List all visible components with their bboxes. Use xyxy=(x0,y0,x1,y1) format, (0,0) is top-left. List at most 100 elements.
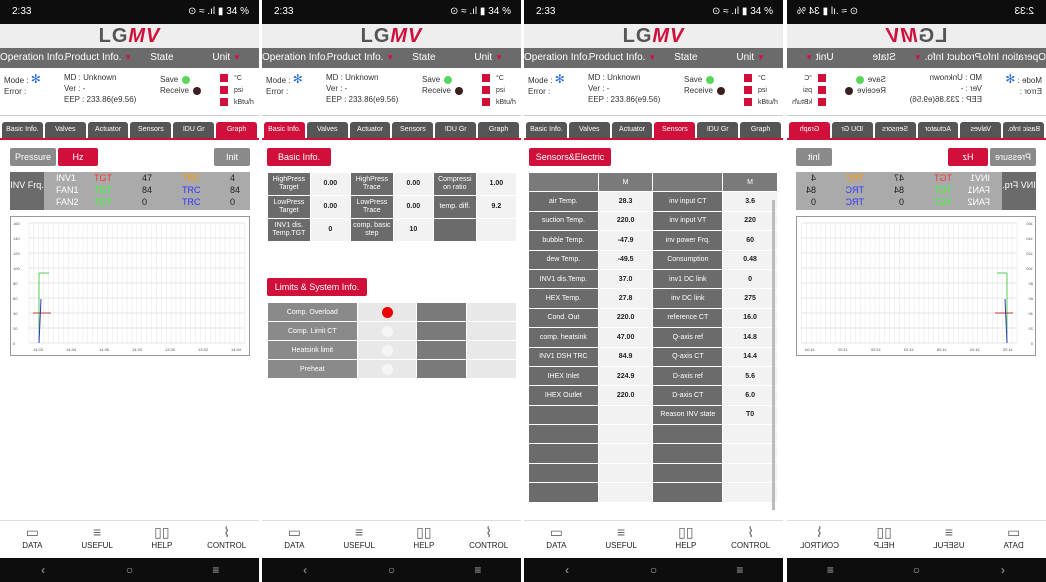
tab-basic-info-[interactable]: Basic Info. xyxy=(1003,122,1044,138)
tab-sensors[interactable]: Sensors xyxy=(874,122,916,138)
operation-info-tab[interactable]: Operation Info. xyxy=(262,48,327,68)
home-icon[interactable]: ○ xyxy=(610,558,696,582)
temp-unit-icon[interactable] xyxy=(818,73,826,82)
hz-button[interactable]: Hz xyxy=(58,148,98,166)
recents-icon[interactable]: ≡ xyxy=(173,558,259,582)
recents-icon[interactable]: ≡ xyxy=(697,558,783,582)
init-button[interactable]: Init xyxy=(796,148,832,166)
nav-control[interactable]: ⌇ CONTROL xyxy=(456,521,521,558)
tab-basic-info-[interactable]: Basic Info. xyxy=(264,122,305,138)
nav-help[interactable]: ▯▯ HELP xyxy=(654,521,719,558)
tab-graph[interactable]: Graph xyxy=(478,122,519,138)
pressure-unit-icon[interactable] xyxy=(482,85,490,94)
power-unit-icon[interactable] xyxy=(818,97,826,106)
scrollbar[interactable] xyxy=(772,200,775,510)
tab-sensors[interactable]: Sensors xyxy=(654,122,696,138)
basic-info-grid: HighPress Target 0.00 HighPress Trace 0.00 C… xyxy=(267,172,518,242)
sensor-label xyxy=(528,404,599,426)
save-status: Save xyxy=(684,75,703,84)
product-info-dropdown[interactable]: Product Info. ▼ xyxy=(589,48,654,68)
pressure-button[interactable]: Pressure xyxy=(990,148,1036,166)
tab-valves[interactable]: Valves xyxy=(306,122,348,138)
tgt-label: TGT xyxy=(934,185,952,195)
blank-cell xyxy=(722,443,778,464)
nav-control[interactable]: ⌇ CONTROL xyxy=(194,521,259,558)
operation-info-tab[interactable]: Operation Info. xyxy=(981,48,1046,68)
unit-value: kBtu/h xyxy=(758,99,778,106)
back-icon[interactable]: ‹ xyxy=(960,558,1046,582)
unit-dropdown[interactable]: Unit ▼ xyxy=(194,48,259,68)
product-info-dropdown[interactable]: Product Info. ▼ xyxy=(917,48,982,68)
battery-status: ⊙ ≈ .ıl ▮ 34 % xyxy=(797,6,859,17)
back-icon[interactable]: ‹ xyxy=(262,558,348,582)
pressure-unit-icon[interactable] xyxy=(818,85,826,94)
battery-status: ⊙ ≈ .ıl ▮ 34 % xyxy=(449,6,511,17)
temp-unit-icon[interactable] xyxy=(482,73,490,82)
power-unit-icon[interactable] xyxy=(744,97,752,106)
nav-data[interactable]: ▭ DATA xyxy=(0,521,65,558)
pressure-unit-icon[interactable] xyxy=(744,85,752,94)
nav-help[interactable]: ▯▯ HELP xyxy=(852,521,917,558)
nav-data[interactable]: ▭ DATA xyxy=(524,521,589,558)
back-icon[interactable]: ‹ xyxy=(0,558,86,582)
nav-useful[interactable]: ≡ USEFUL xyxy=(65,521,130,558)
tab-graph[interactable]: Graph xyxy=(740,122,781,138)
nav-data[interactable]: ▭ DATA xyxy=(981,521,1046,558)
product-info-dropdown[interactable]: Product Info. ▼ xyxy=(65,48,130,68)
tab-valves[interactable]: Valves xyxy=(568,122,610,138)
tab-actuator[interactable]: Actuator xyxy=(611,122,653,138)
recents-icon[interactable]: ≡ xyxy=(435,558,521,582)
tab-idu-gr[interactable]: IDU Gr xyxy=(697,122,739,138)
nav-control[interactable]: ⌇ CONTROL xyxy=(718,521,783,558)
tab-graph[interactable]: Graph xyxy=(789,122,830,138)
tab-idu-gr[interactable]: IDU Gr xyxy=(173,122,215,138)
sensor-label: Consumption xyxy=(652,249,724,270)
temp-unit-icon[interactable] xyxy=(744,73,752,82)
tab-sensors[interactable]: Sensors xyxy=(130,122,172,138)
sensor-value: 220.0 xyxy=(597,385,654,406)
frequency-table: INV Frq. INV1 TGT 47 TRC 4 FAN1 TGT 84 TRC 84 FAN2 T… xyxy=(796,172,1036,210)
unit-dropdown[interactable]: Unit ▼ xyxy=(787,48,852,68)
nav-data[interactable]: ▭ DATA xyxy=(262,521,327,558)
nav-useful[interactable]: ≡ USEFUL xyxy=(327,521,392,558)
tab-basic-info-[interactable]: Basic Info. xyxy=(2,122,43,138)
nav-control[interactable]: ⌇ CONTROL xyxy=(787,521,852,558)
pressure-unit-icon[interactable] xyxy=(220,85,228,94)
nav-help[interactable]: ▯▯ HELP xyxy=(392,521,457,558)
tab-sensors[interactable]: Sensors xyxy=(392,122,434,138)
tab-actuator[interactable]: Actuator xyxy=(87,122,129,138)
nav-help[interactable]: ▯▯ HELP xyxy=(130,521,195,558)
hz-button[interactable]: Hz xyxy=(948,148,988,166)
operation-info-tab[interactable]: Operation Info. xyxy=(524,48,589,68)
unit-dropdown[interactable]: Unit ▼ xyxy=(718,48,783,68)
tab-valves[interactable]: Valves xyxy=(960,122,1002,138)
home-icon[interactable]: ○ xyxy=(873,558,959,582)
pressure-button[interactable]: Pressure xyxy=(10,148,56,166)
home-icon[interactable]: ○ xyxy=(348,558,434,582)
tab-idu-gr[interactable]: IDU Gr xyxy=(435,122,477,138)
tab-idu-gr[interactable]: IDU Gr xyxy=(831,122,873,138)
freq-name: INV1 xyxy=(56,173,77,183)
trc-value: 4 xyxy=(230,173,236,183)
unit-dropdown[interactable]: Unit ▼ xyxy=(456,48,521,68)
power-unit-icon[interactable] xyxy=(482,97,490,106)
back-icon[interactable]: ‹ xyxy=(524,558,610,582)
tab-basic-info-[interactable]: Basic Info. xyxy=(526,122,567,138)
power-unit-icon[interactable] xyxy=(220,97,228,106)
home-icon[interactable]: ○ xyxy=(86,558,172,582)
nav-useful[interactable]: ≡ USEFUL xyxy=(917,521,982,558)
sensor-row: INV1 DSH TRC 84.9 Q-axis CT 14.4 xyxy=(528,346,778,367)
operation-info-tab[interactable]: Operation Info. xyxy=(0,48,65,68)
tab-actuator[interactable]: Actuator xyxy=(349,122,391,138)
book-icon: ▯▯ xyxy=(154,524,170,540)
tab-graph[interactable]: Graph xyxy=(216,122,257,138)
blank-cell xyxy=(652,443,724,464)
tab-actuator[interactable]: Actuator xyxy=(917,122,959,138)
temp-unit-icon[interactable] xyxy=(220,73,228,82)
product-info-dropdown[interactable]: Product Info. ▼ xyxy=(327,48,392,68)
tab-valves[interactable]: Valves xyxy=(44,122,86,138)
param-value: 0.00 xyxy=(392,195,434,219)
nav-useful[interactable]: ≡ USEFUL xyxy=(589,521,654,558)
init-button[interactable]: Init xyxy=(214,148,250,166)
recents-icon[interactable]: ≡ xyxy=(787,558,873,582)
